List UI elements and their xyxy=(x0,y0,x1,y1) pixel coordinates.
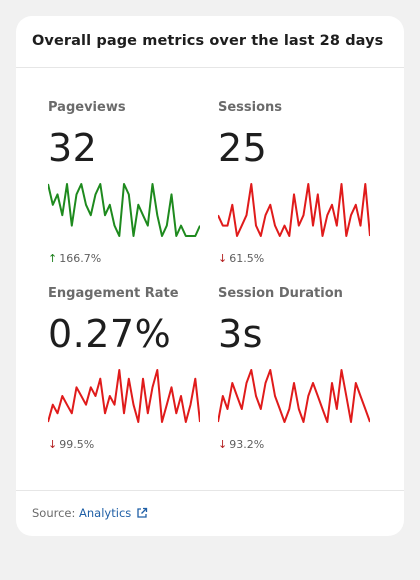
sparkline-series xyxy=(218,369,370,423)
metric-label: Sessions xyxy=(218,100,283,115)
card-footer: Source: Analytics xyxy=(16,490,404,536)
sparkline-sessions xyxy=(218,183,370,237)
metric-change-value: 166.7% xyxy=(59,252,102,265)
metric-value: 25 xyxy=(218,126,268,170)
metric-change: ↓ 61.5% xyxy=(218,252,264,265)
metric-label: Engagement Rate xyxy=(48,286,179,301)
metric-value: 0.27% xyxy=(48,312,172,356)
analytics-link[interactable]: Analytics xyxy=(79,506,148,520)
arrow-up-icon: ↑ xyxy=(48,252,58,265)
metric-change-value: 99.5% xyxy=(59,438,95,451)
arrow-down-icon: ↓ xyxy=(218,438,228,451)
metric-change-value: 93.2% xyxy=(229,438,265,451)
metric-label: Session Duration xyxy=(218,286,343,301)
metric-sessions: Sessions 25 ↓ 61.5% xyxy=(218,100,378,265)
arrow-down-icon: ↓ xyxy=(48,438,58,451)
metric-label: Pageviews xyxy=(48,100,126,115)
metric-change: ↑ 166.7% xyxy=(48,252,101,265)
source-label: Source: xyxy=(32,506,76,520)
sparkline-series xyxy=(218,183,370,237)
metrics-grid: Pageviews 32 ↑ 166.7% Sessions 25 ↓ 61.5… xyxy=(16,68,404,488)
metric-value: 32 xyxy=(48,126,98,170)
metric-engagement-rate: Engagement Rate 0.27% ↓ 99.5% xyxy=(48,286,208,451)
sparkline-engagement-rate xyxy=(48,369,200,423)
metric-change: ↓ 99.5% xyxy=(48,438,94,451)
card-header: Overall page metrics over the last 28 da… xyxy=(16,16,404,68)
metric-pageviews: Pageviews 32 ↑ 166.7% xyxy=(48,100,208,265)
sparkline-series xyxy=(48,183,200,237)
metric-value: 3s xyxy=(218,312,263,356)
arrow-down-icon: ↓ xyxy=(218,252,228,265)
metric-change-value: 61.5% xyxy=(229,252,265,265)
card-title: Overall page metrics over the last 28 da… xyxy=(32,33,384,49)
metric-session-duration: Session Duration 3s ↓ 93.2% xyxy=(218,286,378,451)
sparkline-series xyxy=(48,369,200,423)
analytics-link-text: Analytics xyxy=(79,506,132,520)
sparkline-session-duration xyxy=(218,369,370,423)
sparkline-pageviews xyxy=(48,183,200,237)
metric-change: ↓ 93.2% xyxy=(218,438,264,451)
metrics-card: Overall page metrics over the last 28 da… xyxy=(16,16,404,536)
external-link-icon xyxy=(137,507,148,518)
